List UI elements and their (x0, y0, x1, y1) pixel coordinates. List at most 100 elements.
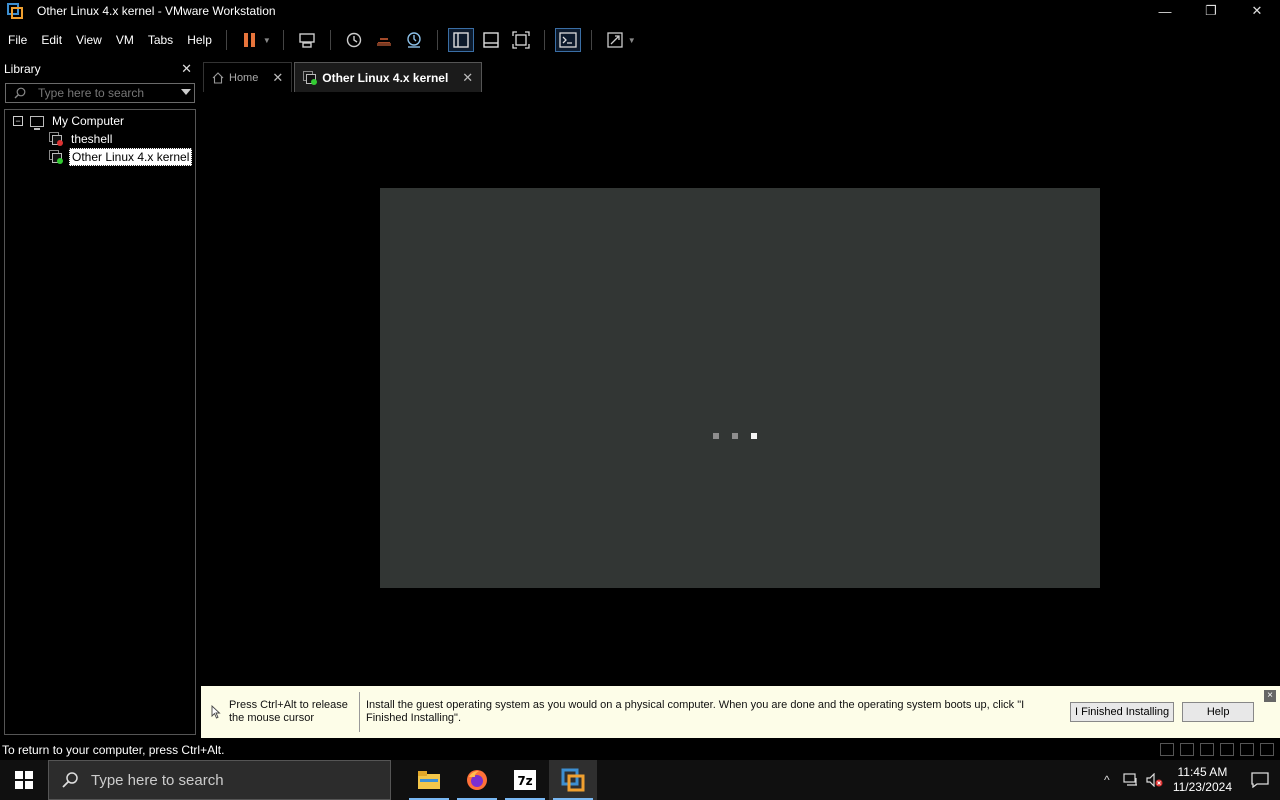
stretch-guest-icon (607, 32, 623, 48)
info-bar-close-icon[interactable]: × (1264, 690, 1276, 702)
stretch-guest-button[interactable] (602, 28, 628, 52)
library-header: Library ✕ (0, 58, 198, 80)
restore-button[interactable]: ❐ (1188, 0, 1234, 22)
full-screen-icon (512, 31, 530, 49)
taskbar-vmware[interactable] (549, 760, 597, 800)
search-icon (14, 87, 26, 99)
minimize-button[interactable]: — (1142, 0, 1188, 22)
toolbar-separator (225, 30, 227, 50)
search-icon (62, 772, 78, 788)
library-search-box[interactable] (5, 83, 195, 103)
tray-volume-muted-icon[interactable] (1143, 760, 1167, 800)
menu-tabs[interactable]: Tabs (142, 33, 179, 47)
snapshot-button[interactable] (341, 28, 367, 52)
menu-bar: File Edit View VM Tabs Help ▼ ▼ (0, 26, 1280, 54)
full-screen-button[interactable] (508, 28, 534, 52)
pause-button[interactable] (237, 28, 263, 52)
library-search-input[interactable] (38, 86, 168, 100)
taskbar-search-placeholder: Type here to search (91, 771, 224, 789)
taskbar-search-box[interactable]: Type here to search (48, 760, 391, 800)
boot-loading-indicator (713, 433, 770, 439)
svg-text:7z: 7z (517, 774, 532, 788)
cd-dvd-icon[interactable] (1180, 743, 1194, 756)
tab-home-close-icon[interactable]: ✕ (272, 70, 283, 86)
tab-home[interactable]: Home ✕ (203, 62, 293, 92)
home-icon (212, 71, 224, 84)
search-dropdown-icon[interactable] (181, 89, 191, 95)
revert-snapshot-button[interactable] (371, 28, 397, 52)
tray-chevron-icon[interactable]: ^ (1095, 760, 1119, 800)
library-panel: Library ✕ − My Computer theshell Other L… (0, 58, 198, 738)
tree-item-other-linux[interactable]: Other Linux 4.x kernel (5, 148, 195, 166)
thumbnail-bar-button[interactable] (478, 28, 504, 52)
toolbar-separator (543, 30, 545, 50)
message-log-icon[interactable] (1260, 743, 1274, 756)
loading-dot (751, 433, 757, 439)
close-button[interactable]: ✕ (1234, 0, 1280, 22)
window-title: Other Linux 4.x kernel - VMware Workstat… (37, 4, 276, 18)
taskbar-file-explorer[interactable] (405, 760, 453, 800)
windows-logo-icon (15, 771, 33, 789)
hard-disk-icon[interactable] (1160, 743, 1174, 756)
show-library-button[interactable] (447, 28, 474, 52)
mouse-cursor-icon (211, 705, 221, 719)
send-ctrl-alt-del-icon (299, 33, 315, 48)
power-dropdown-icon[interactable]: ▼ (263, 36, 271, 45)
tab-other-linux[interactable]: Other Linux 4.x kernel ✕ (294, 62, 483, 92)
clock-date: 11/23/2024 (1172, 780, 1232, 794)
usb-icon[interactable] (1220, 743, 1234, 756)
vmware-app-icon[interactable] (7, 3, 23, 19)
finished-installing-button[interactable]: I Finished Installing (1070, 702, 1175, 722)
tray-network-icon[interactable] (1119, 760, 1143, 800)
vm-running-icon (303, 70, 318, 85)
menu-help[interactable]: Help (181, 33, 218, 47)
console-view-button[interactable] (554, 28, 581, 52)
stretch-dropdown-icon[interactable]: ▼ (628, 36, 636, 45)
tree-label-other-linux: Other Linux 4.x kernel (69, 148, 193, 166)
tree-item-my-computer[interactable]: − My Computer (5, 112, 195, 130)
menu-file[interactable]: File (2, 33, 33, 47)
tree-item-theshell[interactable]: theshell (5, 130, 195, 148)
tab-other-linux-close-icon[interactable]: ✕ (462, 70, 473, 86)
network-adapter-icon[interactable] (1200, 743, 1214, 756)
sound-icon[interactable] (1240, 743, 1254, 756)
thumbnail-bar-icon (483, 32, 499, 48)
computer-icon (30, 115, 44, 130)
library-close-button[interactable]: ✕ (181, 61, 192, 77)
start-button[interactable] (0, 760, 48, 800)
snapshot-manager-icon (407, 32, 421, 48)
menu-view[interactable]: View (70, 33, 108, 47)
taskbar-firefox[interactable] (453, 760, 501, 800)
menu-vm[interactable]: VM (110, 33, 140, 47)
tab-bar: Home ✕ Other Linux 4.x kernel ✕ (203, 62, 484, 92)
help-button[interactable]: Help (1182, 702, 1255, 722)
notification-center-button[interactable] (1240, 760, 1280, 800)
menu-edit[interactable]: Edit (35, 33, 68, 47)
toolbar-separator (329, 30, 331, 50)
loading-dot (713, 433, 719, 439)
window-controls: — ❐ ✕ (1142, 0, 1280, 22)
send-ctrl-alt-del-button[interactable] (294, 28, 320, 52)
collapse-icon[interactable]: − (13, 116, 23, 126)
show-library-icon (453, 32, 469, 48)
info-separator (359, 692, 360, 732)
vm-powered-off-icon (49, 132, 63, 146)
install-instructions: Install the guest operating system as yo… (366, 699, 1025, 724)
clock-time: 11:45 AM (1177, 765, 1228, 779)
taskbar-7zip[interactable]: 7z (501, 760, 549, 800)
status-bar: To return to your computer, press Ctrl+A… (0, 740, 1280, 760)
install-info-bar: Press Ctrl+Alt to release the mouse curs… (201, 686, 1280, 738)
tab-other-linux-label: Other Linux 4.x kernel (322, 70, 449, 85)
console-view-icon (559, 32, 577, 48)
tab-home-label: Home (229, 71, 259, 84)
vm-running-icon (49, 150, 63, 164)
snapshot-manager-button[interactable] (401, 28, 427, 52)
vm-guest-screen[interactable] (380, 188, 1100, 588)
system-tray: ^ 11:45 AM 11/23/2024 (1095, 760, 1280, 800)
library-title: Library (4, 62, 41, 76)
toolbar-separator (436, 30, 438, 50)
vmware-icon (561, 768, 585, 792)
tree-label-my-computer: My Computer (52, 114, 125, 128)
status-text: To return to your computer, press Ctrl+A… (2, 743, 225, 757)
taskbar-clock[interactable]: 11:45 AM 11/23/2024 (1173, 765, 1232, 795)
